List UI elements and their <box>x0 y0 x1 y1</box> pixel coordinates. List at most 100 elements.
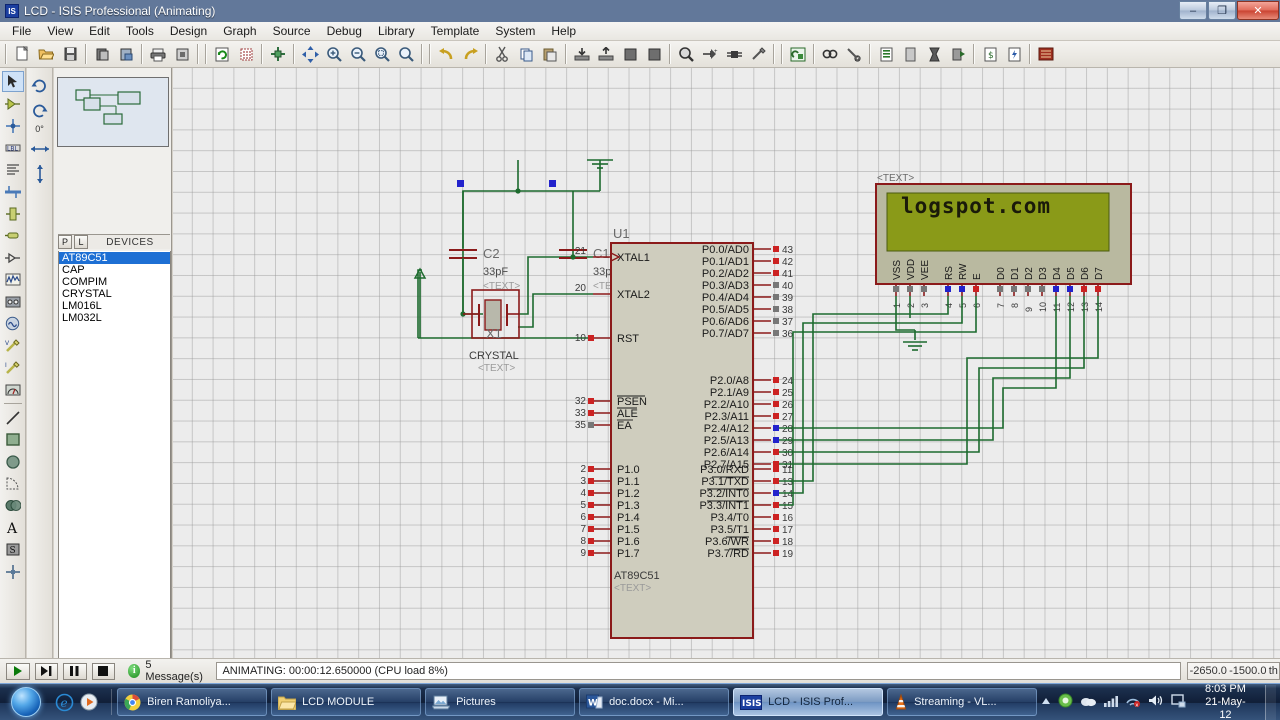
menu-library[interactable]: Library <box>370 22 423 40</box>
remove-sheet-icon[interactable] <box>922 43 946 66</box>
messages-indicator[interactable]: i 5 Message(s) <box>128 659 204 683</box>
menu-file[interactable]: File <box>4 22 39 40</box>
symbol-tool-icon[interactable]: S <box>2 539 24 560</box>
origin-icon[interactable] <box>266 43 290 66</box>
start-button[interactable] <box>2 685 49 720</box>
zoom-selection-icon[interactable] <box>394 43 418 66</box>
pan-icon[interactable] <box>298 43 322 66</box>
electrical-rules-icon[interactable] <box>1002 43 1026 66</box>
bus-mode-icon[interactable] <box>2 181 24 202</box>
device-item-at89c51[interactable]: AT89C51 <box>59 252 170 264</box>
taskbar-item-chrome[interactable]: Biren Ramoliya... <box>117 688 268 716</box>
paste-icon[interactable] <box>538 43 562 66</box>
rotate-clockwise-icon[interactable] <box>29 74 51 96</box>
antivirus-icon[interactable] <box>1058 693 1073 711</box>
device-pin-mode-icon[interactable] <box>2 247 24 268</box>
zoom-out-icon[interactable] <box>346 43 370 66</box>
zoom-in-icon[interactable] <box>322 43 346 66</box>
pause-button[interactable] <box>63 662 87 680</box>
menu-tools[interactable]: Tools <box>118 22 162 40</box>
tape-recorder-mode-icon[interactable] <box>2 291 24 312</box>
voltage-probe-mode-icon[interactable]: V <box>2 335 24 356</box>
cut-icon[interactable] <box>490 43 514 66</box>
rotate-counterclockwise-icon[interactable] <box>29 99 51 121</box>
block-move-icon[interactable] <box>594 43 618 66</box>
menu-view[interactable]: View <box>39 22 81 40</box>
device-item-lm032l[interactable]: LM032L <box>59 312 170 324</box>
toggle-netlist-icon[interactable] <box>786 43 810 66</box>
text-tool-icon[interactable]: A <box>2 517 24 538</box>
graph-mode-icon[interactable] <box>2 269 24 290</box>
toggle-grid-icon[interactable] <box>234 43 258 66</box>
decompose-icon[interactable] <box>746 43 770 66</box>
show-hidden-icons-icon[interactable] <box>1041 696 1051 709</box>
mirror-vertical-icon[interactable] <box>29 163 51 185</box>
new-sheet-icon[interactable] <box>898 43 922 66</box>
schematic-canvas[interactable]: C2 33pF <TEXT> C1 33pF <TEXT> <box>173 68 1280 658</box>
menu-edit[interactable]: Edit <box>81 22 118 40</box>
signal-bars-icon[interactable] <box>1104 695 1119 710</box>
circle-tool-icon[interactable] <box>2 451 24 472</box>
copy-icon[interactable] <box>514 43 538 66</box>
show-desktop-button[interactable] <box>1264 684 1277 720</box>
device-item-cap[interactable]: CAP <box>59 264 170 276</box>
path-tool-icon[interactable] <box>2 495 24 516</box>
menu-help[interactable]: Help <box>543 22 584 40</box>
mirror-horizontal-icon[interactable] <box>29 138 51 160</box>
stop-button[interactable] <box>91 662 115 680</box>
minimize-button[interactable]: – <box>1179 1 1207 20</box>
property-assign-icon[interactable]: A <box>842 43 866 66</box>
box-tool-icon[interactable] <box>2 429 24 450</box>
bill-of-materials-icon[interactable]: $ <box>978 43 1002 66</box>
block-copy-icon[interactable] <box>570 43 594 66</box>
netlist-to-ares-icon[interactable] <box>1034 43 1058 66</box>
terminals-mode-icon[interactable] <box>2 225 24 246</box>
subcircuit-mode-icon[interactable] <box>2 203 24 224</box>
overview-preview[interactable] <box>57 77 169 147</box>
current-probe-mode-icon[interactable]: I <box>2 357 24 378</box>
packaging-tool-icon[interactable] <box>722 43 746 66</box>
component-mode-icon[interactable] <box>2 93 24 114</box>
redo-icon[interactable] <box>458 43 482 66</box>
pick-devices-button[interactable]: P <box>58 235 72 249</box>
taskbar-item-pictures[interactable]: Pictures <box>425 688 576 716</box>
menu-design[interactable]: Design <box>162 22 215 40</box>
print-area-icon[interactable] <box>170 43 194 66</box>
taskbar-clock[interactable]: 8:03 PM 21-May-12 <box>1193 683 1258 720</box>
open-file-icon[interactable] <box>34 43 58 66</box>
marker-tool-icon[interactable] <box>2 561 24 582</box>
text-script-mode-icon[interactable] <box>2 159 24 180</box>
ie-icon[interactable]: e <box>53 690 75 714</box>
block-rotate-icon[interactable] <box>618 43 642 66</box>
zoom-area-icon[interactable] <box>370 43 394 66</box>
taskbar-item-isis[interactable]: ISIS LCD - ISIS Prof... <box>733 688 884 716</box>
wire-label-mode-icon[interactable]: LBL <box>2 137 24 158</box>
network-icon[interactable]: x <box>1125 694 1141 710</box>
arc-tool-icon[interactable] <box>2 473 24 494</box>
action-center-icon[interactable] <box>1171 693 1186 711</box>
volume-icon[interactable] <box>1148 694 1164 710</box>
generator-mode-icon[interactable] <box>2 313 24 334</box>
pick-device-icon[interactable] <box>674 43 698 66</box>
menu-system[interactable]: System <box>487 22 543 40</box>
library-manager-button[interactable]: L <box>74 235 88 249</box>
play-button[interactable] <box>6 662 30 680</box>
search-tag-icon[interactable] <box>818 43 842 66</box>
media-player-icon[interactable] <box>78 690 100 714</box>
export-section-icon[interactable] <box>114 43 138 66</box>
maximize-button[interactable]: ❐ <box>1208 1 1236 20</box>
selection-mode-icon[interactable] <box>1 71 24 92</box>
device-item-crystal[interactable]: CRYSTAL <box>59 288 170 300</box>
taskbar-item-lcd-module[interactable]: LCD MODULE <box>271 688 422 716</box>
new-file-icon[interactable] <box>10 43 34 66</box>
import-section-icon[interactable] <box>90 43 114 66</box>
step-button[interactable] <box>34 662 58 680</box>
close-button[interactable]: ✕ <box>1237 1 1279 20</box>
line-tool-icon[interactable] <box>2 407 24 428</box>
taskbar-item-vlc[interactable]: Streaming - VL... <box>887 688 1038 716</box>
devices-list[interactable]: AT89C51 CAP COMPIM CRYSTAL LM016L LM032L <box>58 251 171 720</box>
block-delete-icon[interactable] <box>642 43 666 66</box>
taskbar-item-word[interactable]: W doc.docx - Mi... <box>579 688 730 716</box>
menu-template[interactable]: Template <box>423 22 488 40</box>
design-explorer-icon[interactable] <box>874 43 898 66</box>
